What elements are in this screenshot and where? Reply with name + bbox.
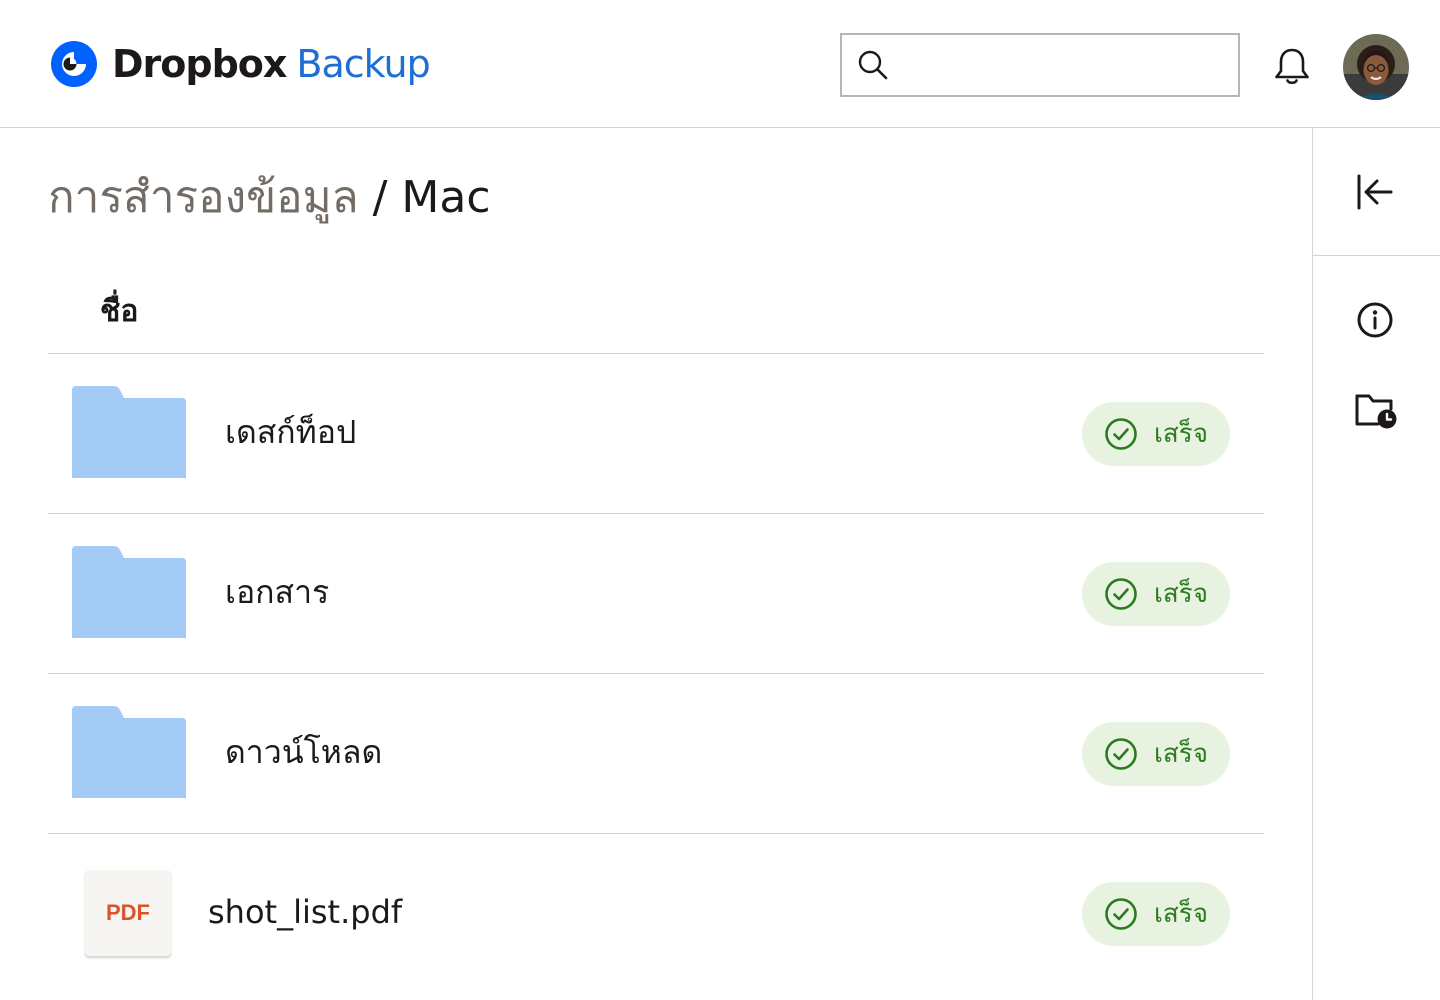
status-badge: เสร็จ — [1082, 562, 1230, 626]
pdf-file-icon: PDF — [85, 870, 171, 956]
top-bar: Dropbox Backup — [0, 0, 1440, 128]
table-row[interactable]: PDF shot_list.pdf เสร็จ — [48, 834, 1264, 994]
folder-icon — [72, 546, 186, 638]
notifications-bell-icon[interactable] — [1270, 44, 1314, 88]
status-label: เสร็จ — [1154, 419, 1208, 449]
row-name[interactable]: shot_list.pdf — [208, 888, 402, 936]
column-header-name[interactable]: ชื่อ — [100, 290, 138, 334]
file-type-badge: PDF — [106, 900, 150, 925]
table-row[interactable]: เดสก์ท็อป เสร็จ — [48, 354, 1264, 514]
dropbox-backup-logo[interactable]: Dropbox Backup — [50, 40, 431, 88]
brand-secondary: Backup — [296, 42, 430, 86]
folder-icon — [72, 706, 186, 798]
check-circle-icon — [1105, 898, 1137, 930]
user-avatar[interactable] — [1343, 34, 1409, 100]
status-badge: เสร็จ — [1082, 882, 1230, 946]
status-label: เสร็จ — [1154, 899, 1208, 929]
folder-icon — [72, 386, 186, 478]
row-name[interactable]: ดาวน์โหลด — [225, 728, 382, 776]
row-name[interactable]: เดสก์ท็อป — [225, 408, 356, 456]
folder-history-icon[interactable] — [1351, 386, 1399, 434]
check-circle-icon — [1105, 738, 1137, 770]
info-icon[interactable] — [1351, 296, 1399, 344]
breadcrumb-parent-link[interactable]: การสำรองข้อมูล — [48, 172, 359, 223]
check-circle-icon — [1105, 418, 1137, 450]
search-box[interactable] — [840, 33, 1240, 97]
breadcrumb-separator: / — [372, 172, 388, 223]
brand-name: Dropbox Backup — [112, 40, 431, 88]
table-row[interactable]: เอกสาร เสร็จ — [48, 514, 1264, 674]
right-side-rail — [1312, 128, 1440, 1000]
row-name[interactable]: เอกสาร — [225, 568, 329, 616]
status-label: เสร็จ — [1154, 579, 1208, 609]
search-icon — [858, 50, 888, 80]
backup-logo-icon — [51, 41, 97, 87]
table-row[interactable]: ดาวน์โหลด เสร็จ — [48, 674, 1264, 834]
status-label: เสร็จ — [1154, 739, 1208, 769]
breadcrumb-current: Mac — [401, 172, 491, 223]
check-circle-icon — [1105, 578, 1137, 610]
status-badge: เสร็จ — [1082, 722, 1230, 786]
rail-divider — [1313, 255, 1440, 256]
collapse-panel-icon[interactable] — [1351, 168, 1399, 216]
breadcrumb: การสำรองข้อมูล / Mac — [48, 168, 491, 228]
brand-primary: Dropbox — [112, 42, 287, 86]
page: Dropbox Backup การสำรองข้อมูล / Mac ชื่อ… — [0, 0, 1440, 1000]
search-input[interactable] — [902, 52, 1226, 78]
status-badge: เสร็จ — [1082, 402, 1230, 466]
